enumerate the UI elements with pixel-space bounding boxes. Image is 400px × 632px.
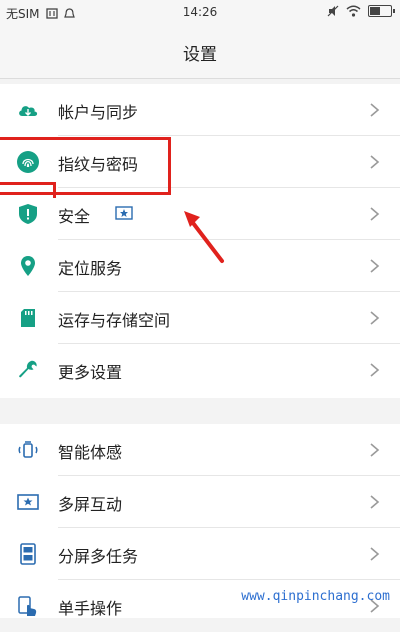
wrench-icon xyxy=(19,360,37,378)
chevron-right-icon xyxy=(370,259,380,273)
settings-item-multiscreen[interactable]: 多屏互动 xyxy=(0,476,400,528)
nav-bar: 设置 xyxy=(0,26,400,79)
settings-item-storage[interactable]: 运存与存储空间 xyxy=(0,292,400,344)
chevron-right-icon xyxy=(370,363,380,377)
shield-icon xyxy=(19,204,37,224)
page-title: 设置 xyxy=(183,45,217,65)
settings-item-label: 智能体感 xyxy=(58,443,123,462)
chevron-right-icon xyxy=(370,311,380,325)
settings-item-label: 定位服务 xyxy=(58,259,123,278)
chevron-right-icon xyxy=(370,103,380,117)
mute-icon xyxy=(327,5,339,17)
cloud-icon xyxy=(19,106,38,116)
sd-card-icon xyxy=(21,309,35,327)
highlight-box-secondary xyxy=(0,182,56,198)
battery-icon xyxy=(368,5,395,17)
chevron-right-icon xyxy=(370,443,380,457)
new-badge-icon xyxy=(115,206,133,220)
chevron-right-icon xyxy=(370,155,380,169)
chevron-right-icon xyxy=(370,547,380,561)
one-hand-icon xyxy=(18,596,37,616)
wifi-icon xyxy=(346,5,361,17)
settings-item-smart-motion[interactable]: 智能体感 xyxy=(0,424,400,476)
settings-item-account-sync[interactable]: 帐户与同步 xyxy=(0,84,400,136)
location-pin-icon xyxy=(21,256,35,276)
settings-item-one-hand[interactable]: 单手操作 xyxy=(0,580,400,632)
watermark: www.qinpinchang.com xyxy=(241,589,390,604)
settings-item-label: 更多设置 xyxy=(58,363,123,382)
settings-item-label: 分屏多任务 xyxy=(58,547,139,566)
settings-item-label: 运存与存储空间 xyxy=(58,311,171,330)
battery-fill xyxy=(370,7,380,15)
red-arrow-icon xyxy=(184,211,224,263)
settings-item-label: 帐户与同步 xyxy=(58,103,139,122)
status-right xyxy=(327,5,395,17)
settings-item-label: 单手操作 xyxy=(58,599,123,618)
split-screen-icon xyxy=(20,543,36,565)
settings-item-split-screen[interactable]: 分屏多任务 xyxy=(0,528,400,580)
motion-icon xyxy=(18,441,38,458)
settings-item-label: 安全 xyxy=(58,207,91,226)
status-bar: 无SIM 14:26 xyxy=(0,0,400,26)
multiscreen-icon xyxy=(17,494,39,510)
chevron-right-icon xyxy=(370,207,380,221)
settings-item-label: 多屏互动 xyxy=(58,495,123,514)
chevron-right-icon xyxy=(370,495,380,509)
settings-item-more[interactable]: 更多设置 xyxy=(0,344,400,396)
